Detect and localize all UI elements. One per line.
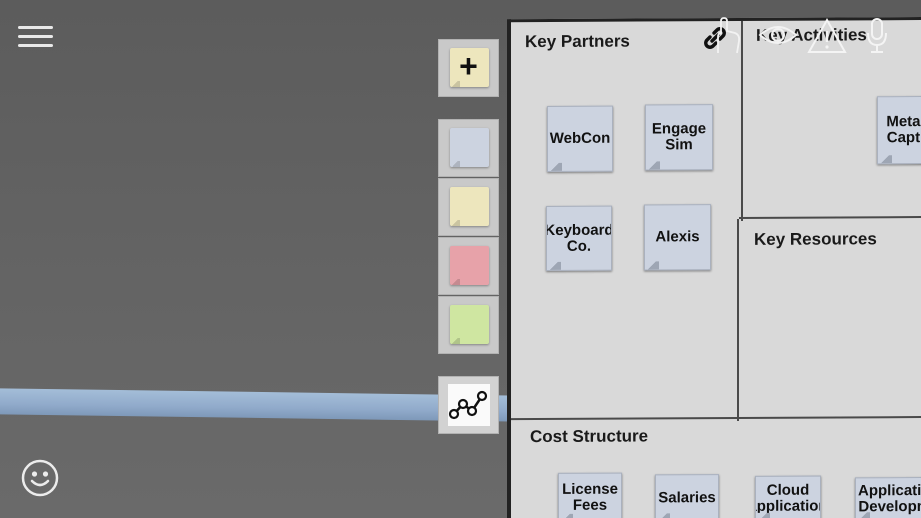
divider — [737, 218, 739, 421]
note-metadata-capture[interactable]: Metad Captu — [877, 95, 921, 165]
key-resources-title: Key Resources — [754, 229, 877, 249]
status-icons-bar — [700, 15, 921, 59]
warning-icon[interactable] — [806, 17, 848, 60]
graph-connect-icon — [448, 384, 490, 426]
add-note-button[interactable]: + — [438, 39, 499, 97]
note-license-fees[interactable]: License Fees — [558, 472, 622, 518]
blue-note-swatch — [450, 128, 489, 167]
divider — [739, 215, 921, 219]
color-red-button[interactable] — [438, 237, 499, 295]
hamburger-menu-icon[interactable] — [18, 24, 54, 50]
color-yellow-button[interactable] — [438, 178, 499, 236]
note-alexis[interactable]: Alexis — [644, 204, 711, 271]
note-application-development[interactable]: Applicatio Developm — [855, 477, 921, 518]
yellow-note-swatch — [450, 187, 489, 226]
green-note-swatch — [450, 305, 489, 344]
key-partners-title: Key Partners — [525, 31, 630, 52]
ar-scene: + Key Partners Key Activities Key Resour… — [0, 0, 921, 518]
red-note-swatch — [450, 246, 489, 285]
hand-gesture-icon — [712, 15, 746, 60]
note-cloud-application[interactable]: Cloud application — [755, 475, 821, 518]
color-green-button[interactable] — [438, 296, 499, 354]
eye-icon[interactable] — [758, 23, 798, 52]
color-blue-button[interactable] — [438, 119, 499, 177]
business-model-canvas: Key Partners Key Activities Key Resource… — [507, 16, 921, 518]
note-webcon[interactable]: WebCon — [547, 105, 613, 172]
microphone-icon[interactable] — [864, 17, 890, 60]
cost-structure-title: Cost Structure — [530, 426, 649, 447]
smiley-icon[interactable] — [21, 459, 59, 497]
connect-notes-button[interactable] — [438, 376, 499, 434]
note-keyboard-co[interactable]: Keyboard Co. — [546, 205, 612, 272]
note-salaries[interactable]: Salaries — [655, 474, 719, 518]
note-engage-sim[interactable]: Engage Sim — [645, 104, 713, 171]
plus-icon: + — [459, 48, 478, 84]
divider — [511, 415, 921, 421]
